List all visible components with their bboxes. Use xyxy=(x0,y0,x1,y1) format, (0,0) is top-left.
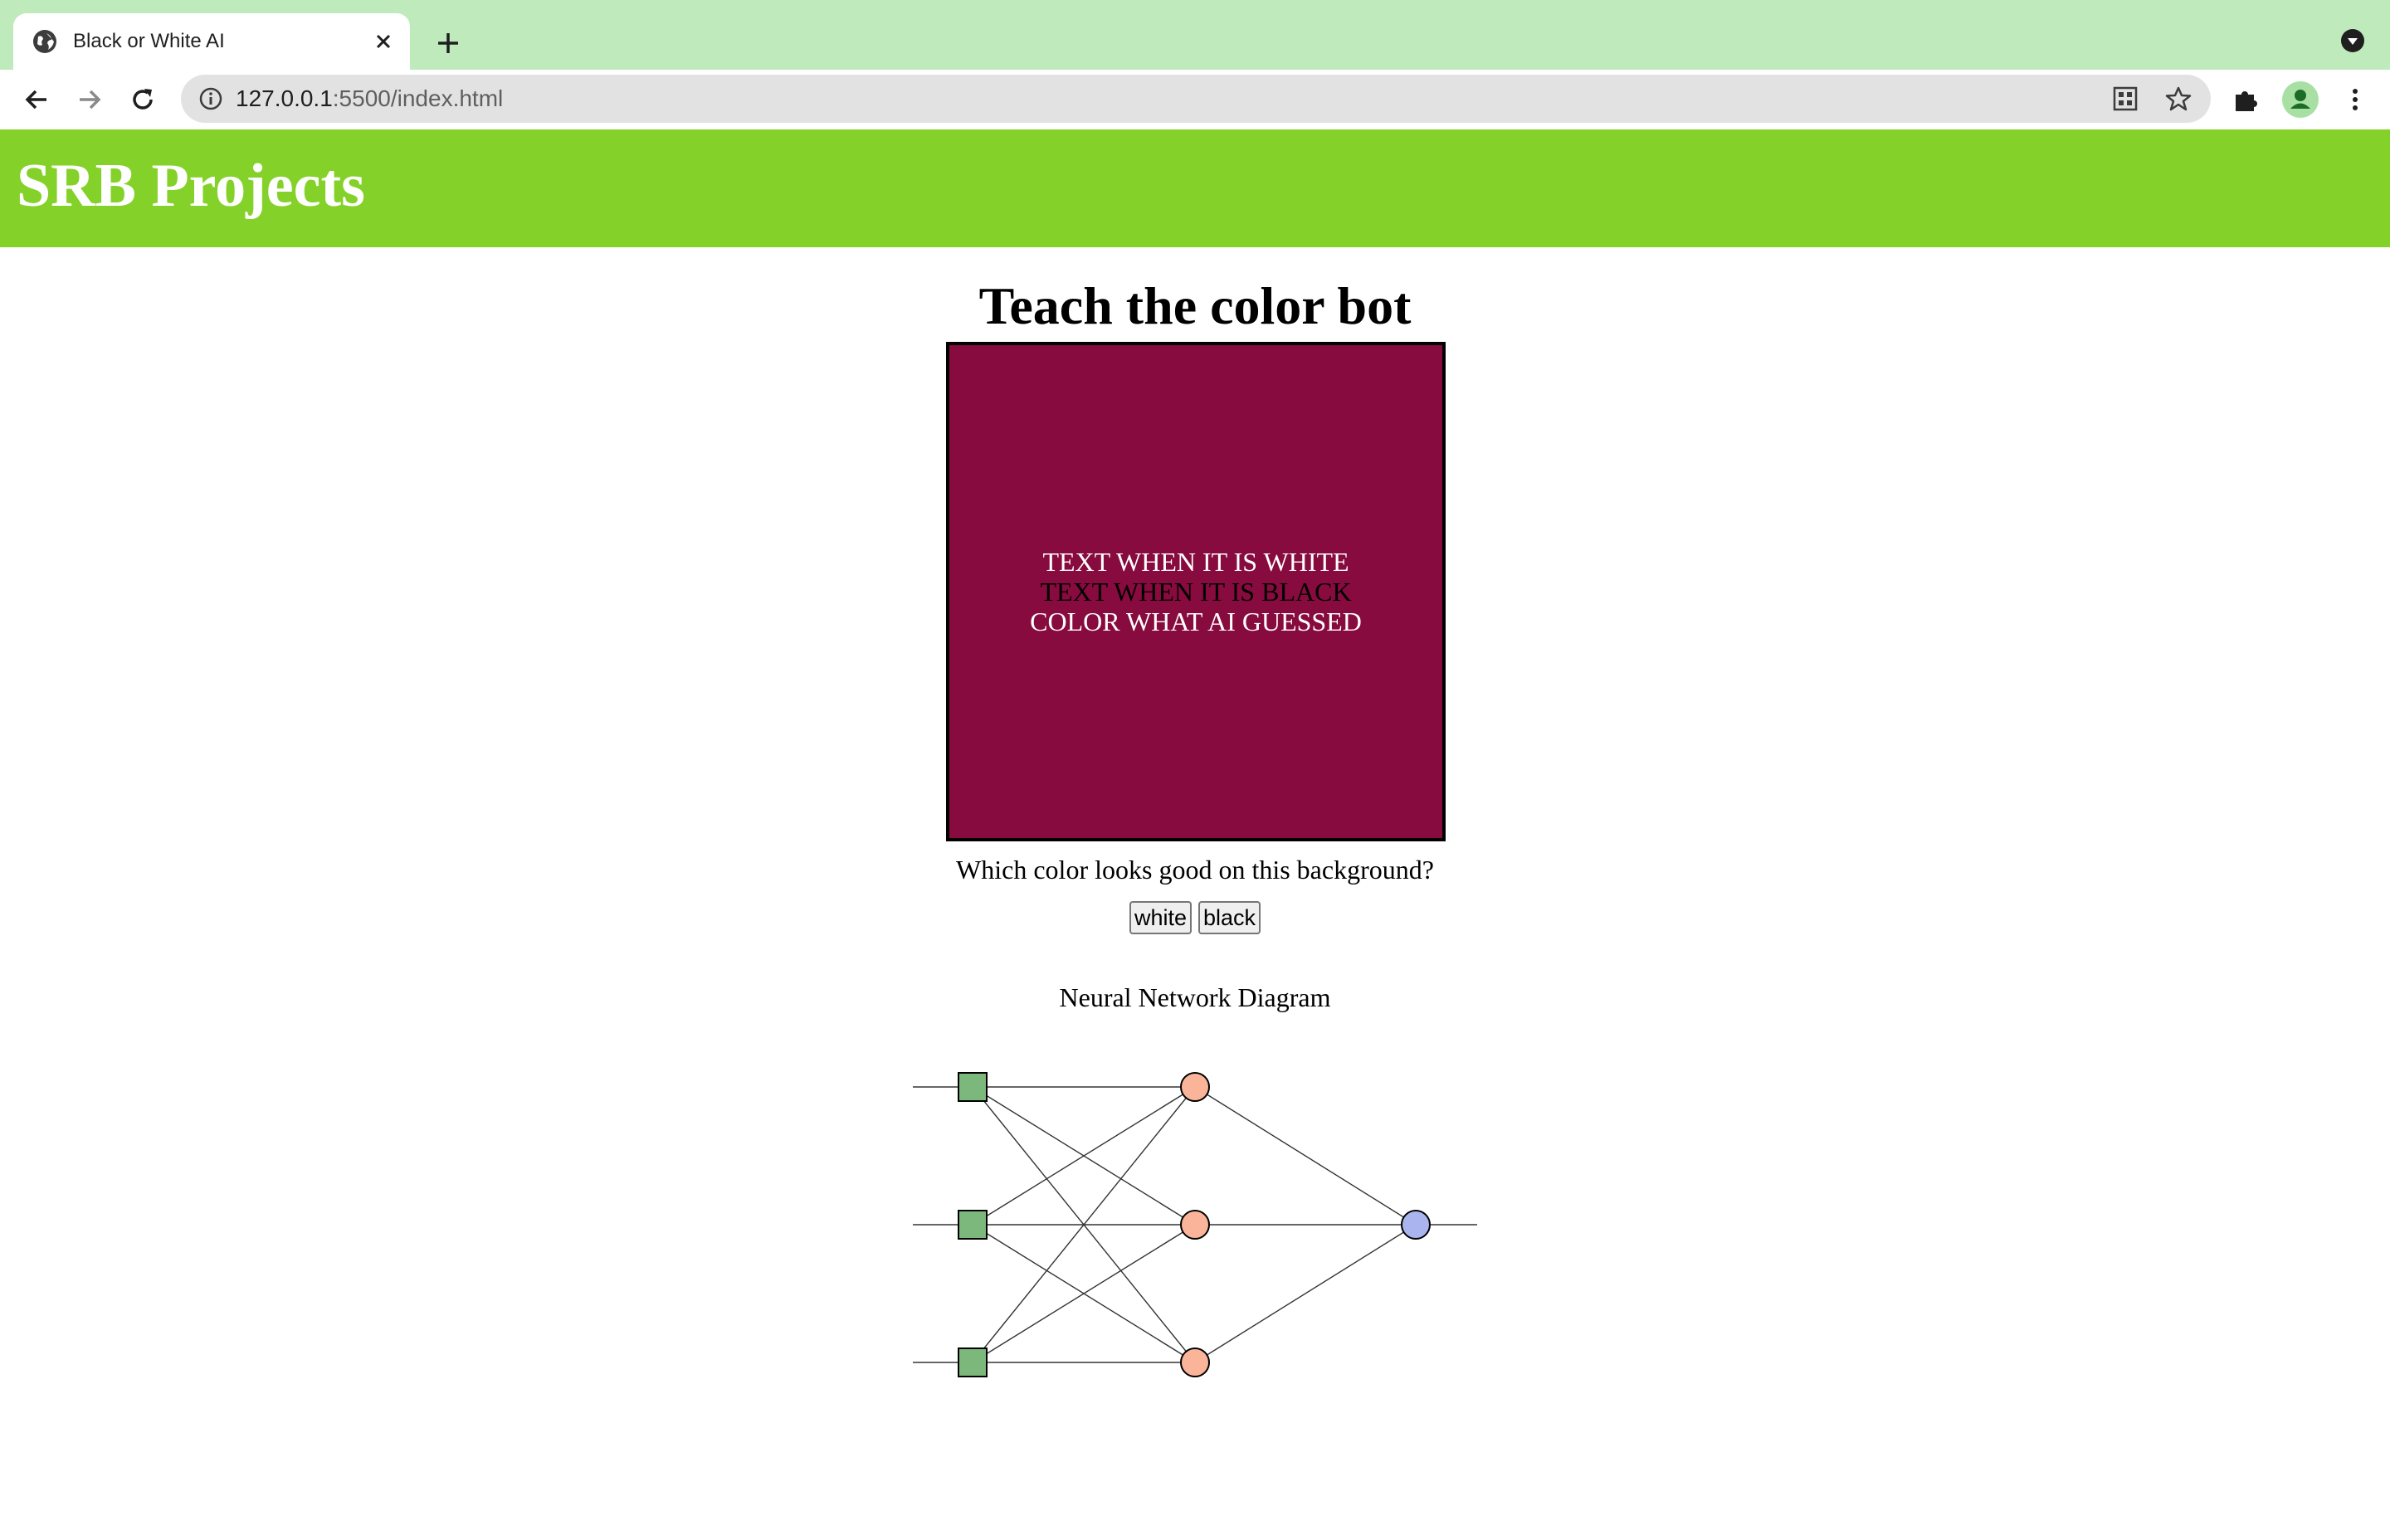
bookmark-star-icon[interactable] xyxy=(2164,85,2192,113)
more-options-icon[interactable] xyxy=(2340,85,2370,115)
ai-guess-text-sample: COLOR WHAT AI GUESSED xyxy=(1030,607,1362,636)
site-title: SRB Projects xyxy=(17,152,365,220)
url-host: 127.0.0.1 xyxy=(236,85,333,111)
input-node-1 xyxy=(958,1210,988,1240)
white-button[interactable]: white xyxy=(1129,901,1192,934)
hidden-node-0 xyxy=(1180,1072,1210,1102)
profile-avatar[interactable] xyxy=(2282,81,2319,118)
browser-toolbar: 127.0.0.1:5500/index.html xyxy=(0,70,2390,129)
qr-code-icon[interactable] xyxy=(2111,85,2139,113)
globe-icon xyxy=(33,30,56,53)
neural-network-diagram xyxy=(913,1072,1477,1377)
question-text: Which color looks good on this backgroun… xyxy=(956,855,1434,885)
page-content: SRB Projects Teach the color bot TEXT WH… xyxy=(0,129,2390,1494)
reload-icon[interactable] xyxy=(128,85,158,115)
browser-tab[interactable]: Black or White AI xyxy=(13,13,410,70)
url-text[interactable]: 127.0.0.1:5500/index.html xyxy=(236,75,503,123)
url-path: :5500/index.html xyxy=(332,85,504,111)
color-preview-box: TEXT WHEN IT IS WHITE TEXT WHEN IT IS BL… xyxy=(946,342,1446,841)
back-arrow-icon[interactable] xyxy=(22,85,51,115)
page-title: Teach the color bot xyxy=(978,276,1412,335)
tab-title: Black or White AI xyxy=(73,30,225,52)
new-tab-plus-icon[interactable] xyxy=(433,28,463,58)
white-text-sample: TEXT WHEN IT IS WHITE xyxy=(1042,547,1349,577)
black-button[interactable]: black xyxy=(1198,901,1261,934)
close-icon[interactable] xyxy=(372,30,395,53)
input-node-0 xyxy=(958,1072,988,1102)
person-icon xyxy=(2290,90,2310,109)
address-bar[interactable]: 127.0.0.1:5500/index.html xyxy=(181,75,2211,123)
site-header: SRB Projects xyxy=(0,129,2390,247)
black-text-sample: TEXT WHEN IT IS BLACK xyxy=(1040,577,1352,607)
answer-buttons: white black xyxy=(0,901,2390,934)
browser-tabstrip: Black or White AI xyxy=(0,0,2390,70)
tab-search-dropdown-icon[interactable] xyxy=(2340,28,2365,53)
output-node-0 xyxy=(1401,1210,1431,1240)
forward-arrow-icon[interactable] xyxy=(75,85,105,115)
hidden-node-1 xyxy=(1180,1210,1210,1240)
extensions-puzzle-icon[interactable] xyxy=(2231,85,2261,115)
connection-1-2-0 xyxy=(1194,1224,1417,1363)
input-node-2 xyxy=(958,1348,988,1377)
diagram-label: Neural Network Diagram xyxy=(1059,982,1331,1012)
site-info-icon[interactable] xyxy=(198,85,224,112)
hidden-node-2 xyxy=(1180,1348,1210,1377)
connection-1-0-0 xyxy=(1194,1086,1417,1226)
